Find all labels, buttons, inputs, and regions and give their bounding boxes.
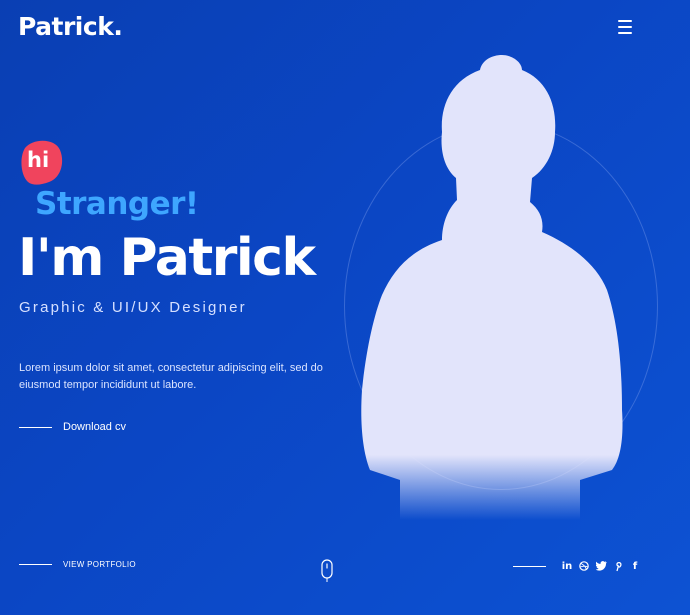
linkedin-icon[interactable]: in [561,560,573,572]
pinterest-icon[interactable] [612,560,624,572]
hi-badge-text: hi [27,148,50,172]
view-portfolio-link[interactable]: VIEW PORTFOLIO [19,560,136,569]
hero-title: I'm Patrick [18,228,316,288]
hero-intro: Lorem ipsum dolor sit amet, consectetur … [19,362,323,391]
scroll-down-mouse-icon[interactable] [321,559,333,583]
dribbble-icon[interactable] [578,560,590,572]
facebook-icon[interactable]: f [629,560,641,572]
view-portfolio-label: VIEW PORTFOLIO [63,560,136,569]
download-cv-label: Download cv [63,421,126,433]
dash-line [19,426,52,428]
menu-icon[interactable] [618,20,632,34]
twitter-icon[interactable] [595,560,607,572]
greeting-text: Stranger! [35,186,199,222]
hero-subtitle: Graphic & UI/UX Designer [19,299,247,316]
download-cv-link[interactable]: Download cv [19,421,126,433]
dash-line [19,564,52,565]
dash-line [513,565,546,567]
site-logo[interactable]: Patrick. [18,12,123,41]
social-links: in f [513,560,646,572]
portrait-silhouette [361,55,623,520]
